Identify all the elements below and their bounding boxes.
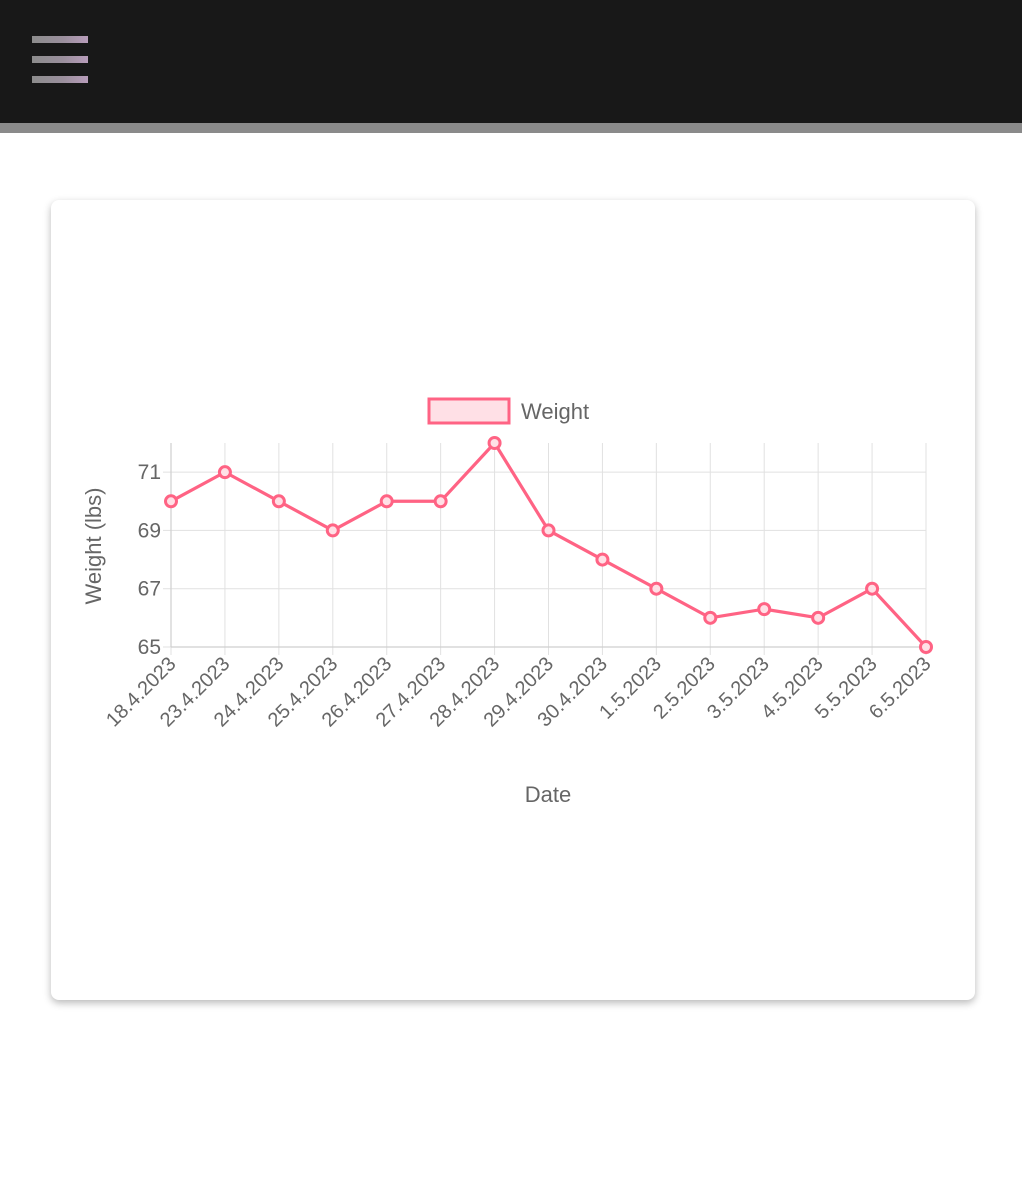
- data-point[interactable]: [487, 436, 502, 450]
- data-point[interactable]: [217, 465, 232, 480]
- data-point[interactable]: [164, 494, 178, 509]
- data-point[interactable]: [595, 552, 610, 567]
- data-point[interactable]: [541, 523, 556, 538]
- data-point[interactable]: [703, 610, 718, 625]
- data-point[interactable]: [433, 494, 448, 509]
- legend-label[interactable]: Weight: [521, 399, 589, 424]
- chart-axes: 6567697118.4.202323.4.202324.4.202325.4.…: [102, 443, 936, 731]
- data-point[interactable]: [919, 640, 933, 654]
- data-point[interactable]: [379, 494, 394, 509]
- chart-legend[interactable]: Weight: [427, 397, 589, 425]
- chart-grid: [163, 443, 927, 655]
- y-tick-label: 67: [138, 578, 161, 601]
- y-tick-label: 71: [138, 461, 161, 484]
- legend-swatch[interactable]: [427, 397, 511, 425]
- data-point[interactable]: [757, 602, 772, 617]
- weight-line-chart: 6567697118.4.202323.4.202324.4.202325.4.…: [81, 397, 936, 807]
- data-point[interactable]: [271, 494, 286, 509]
- data-point[interactable]: [649, 581, 664, 596]
- top-navigation-bar: [0, 0, 1022, 123]
- data-point[interactable]: [865, 581, 880, 596]
- hamburger-menu-icon-bar: [32, 56, 88, 63]
- data-point[interactable]: [325, 523, 340, 538]
- data-point[interactable]: [811, 610, 826, 625]
- menu-button[interactable]: [28, 30, 92, 90]
- header-divider: [0, 123, 1022, 133]
- chart-card: 65 67 69 71 18.4.2023 23.4.2023 24.4.2023 25.4.…: [51, 200, 975, 1000]
- hamburger-menu-icon: [32, 36, 88, 43]
- x-axis-label: Date: [525, 782, 571, 807]
- y-axis-label: Weight (lbs): [81, 488, 106, 605]
- y-tick-label: 69: [138, 519, 161, 542]
- y-tick-label: 65: [138, 636, 161, 659]
- hamburger-menu-icon-bar: [32, 76, 88, 83]
